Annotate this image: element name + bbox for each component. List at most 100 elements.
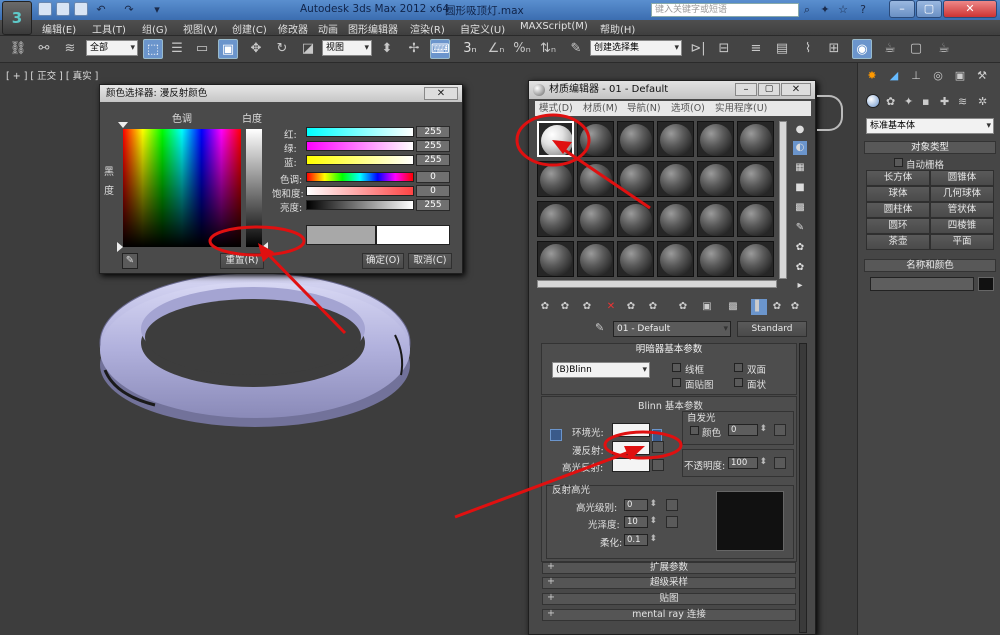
show-end-result-icon[interactable]: ▩ xyxy=(725,299,741,315)
specular-map-button[interactable] xyxy=(652,459,664,471)
create-tab-icon[interactable]: ✸ xyxy=(864,69,880,83)
maps-rollout[interactable]: 贴图 xyxy=(542,593,796,605)
sample-slot[interactable] xyxy=(737,201,774,237)
me-menu-material[interactable]: 材质(M) xyxy=(583,101,618,116)
sample-slot[interactable] xyxy=(737,241,774,277)
curve-editor-icon[interactable]: ⌇ xyxy=(798,39,818,59)
edit-named-sel-icon[interactable]: ✎ xyxy=(566,39,586,59)
me-close-button[interactable]: ✕ xyxy=(781,83,811,96)
torus-button[interactable]: 圆环 xyxy=(866,218,930,234)
selection-filter-dropdown[interactable]: 全部 xyxy=(86,40,138,56)
extended-params-rollout[interactable]: 扩展参数 xyxy=(542,562,796,574)
sample-slot-hscrollbar[interactable] xyxy=(537,280,777,288)
cancel-button[interactable]: 取消(C) xyxy=(408,253,452,269)
value-value[interactable]: 255 xyxy=(416,199,450,211)
link-icon[interactable]: ⛓ xyxy=(8,39,28,59)
geosphere-button[interactable]: 几何球体 xyxy=(930,186,994,202)
color-picker-close-button[interactable]: ✕ xyxy=(424,87,458,100)
rect-selection-icon[interactable]: ▭ xyxy=(192,39,212,59)
sample-slot[interactable] xyxy=(537,201,574,237)
whiteness-bar[interactable] xyxy=(246,129,262,247)
sphere-button[interactable]: 球体 xyxy=(866,186,930,202)
blackness-marker-icon[interactable] xyxy=(117,242,123,252)
shader-type-dropdown[interactable]: (B)Blinn xyxy=(552,362,650,378)
object-name-input[interactable] xyxy=(870,277,974,291)
sample-slot[interactable] xyxy=(577,121,614,157)
sample-type-icon[interactable]: ● xyxy=(793,123,807,137)
hue-marker-icon[interactable] xyxy=(118,122,128,128)
layer-manager-icon[interactable]: ≡ xyxy=(746,39,766,59)
viewport-label[interactable]: [ + ] [ 正交 ] [ 真实 ] xyxy=(6,68,98,82)
sample-slot-scrollbar[interactable] xyxy=(779,121,787,279)
quick-access-dropdown-icon[interactable]: ▾ xyxy=(150,3,164,17)
new-file-icon[interactable] xyxy=(38,2,52,16)
schematic-view-icon[interactable]: ⊞ xyxy=(824,39,844,59)
torus-object[interactable] xyxy=(95,265,425,435)
plane-button[interactable]: 平面 xyxy=(930,234,994,250)
sample-slot[interactable] xyxy=(737,121,774,157)
menu-edit[interactable]: 编辑(E) xyxy=(42,21,76,36)
graphite-icon[interactable]: ▤ xyxy=(772,39,792,59)
put-to-scene-icon[interactable]: ✿ xyxy=(557,299,573,315)
hue-value[interactable]: 0 xyxy=(416,171,450,183)
geometry-icon[interactable] xyxy=(866,94,880,108)
sample-slot[interactable] xyxy=(697,241,734,277)
maximize-button[interactable]: ▢ xyxy=(916,0,942,18)
wire-checkbox[interactable] xyxy=(672,363,681,372)
display-tab-icon[interactable]: ▣ xyxy=(952,69,968,83)
percent-snap-icon[interactable]: %ₙ xyxy=(512,39,532,59)
tools-icon[interactable]: ✦ xyxy=(818,3,832,17)
sample-slot[interactable] xyxy=(617,201,654,237)
minimize-button[interactable]: – xyxy=(889,0,915,18)
get-material-icon[interactable]: ✿ xyxy=(537,299,553,315)
render-setup-icon[interactable]: ☕ xyxy=(880,39,900,59)
video-color-check-icon[interactable]: ▩ xyxy=(793,201,807,215)
me-maximize-button[interactable]: ▢ xyxy=(758,83,780,96)
render-production-icon[interactable]: ☕ xyxy=(934,39,954,59)
menu-create[interactable]: 创建(C) xyxy=(232,21,267,36)
save-file-icon[interactable] xyxy=(74,2,88,16)
blue-value[interactable]: 255 xyxy=(416,154,450,166)
select-by-material-icon[interactable]: ✿ xyxy=(793,261,807,275)
sample-slot[interactable] xyxy=(697,161,734,197)
red-slider[interactable] xyxy=(306,127,414,137)
two-sided-checkbox[interactable] xyxy=(734,363,743,372)
reset-map-icon[interactable]: ✕ xyxy=(603,299,619,315)
teapot-button[interactable]: 茶壶 xyxy=(866,234,930,250)
sample-slot[interactable] xyxy=(577,161,614,197)
scale-icon[interactable]: ◪ xyxy=(298,39,318,59)
pivot-center-icon[interactable]: ⬍ xyxy=(377,39,397,59)
make-unique-icon[interactable]: ✿ xyxy=(623,299,639,315)
binoculars-icon[interactable]: ⌕ xyxy=(800,3,814,17)
autogrid-checkbox[interactable] xyxy=(894,158,903,167)
helpers-icon[interactable]: ✚ xyxy=(940,95,949,108)
angle-snap-icon[interactable]: ∠ₙ xyxy=(486,39,506,59)
green-value[interactable]: 255 xyxy=(416,140,450,152)
shapes-icon[interactable]: ✿ xyxy=(886,95,895,108)
saturation-slider[interactable] xyxy=(306,186,414,196)
pick-material-icon[interactable]: ✿ xyxy=(787,299,803,315)
menu-customize[interactable]: 自定义(U) xyxy=(460,21,505,36)
menu-group[interactable]: 组(G) xyxy=(142,21,168,36)
pyramid-button[interactable]: 四棱锥 xyxy=(930,218,994,234)
me-minimize-button[interactable]: – xyxy=(735,83,757,96)
menu-help[interactable]: 帮助(H) xyxy=(600,21,635,36)
supersampling-rollout[interactable]: 超级采样 xyxy=(542,577,796,589)
sample-slot[interactable] xyxy=(617,241,654,277)
whiteness-marker-icon[interactable] xyxy=(262,242,268,252)
menu-tools[interactable]: 工具(T) xyxy=(92,21,126,36)
sample-slot[interactable] xyxy=(617,121,654,157)
faceted-checkbox[interactable] xyxy=(734,378,743,387)
hue-slider[interactable] xyxy=(306,172,414,182)
space-warps-icon[interactable]: ≋ xyxy=(958,95,967,108)
rendered-frame-icon[interactable]: ▢ xyxy=(906,39,926,59)
opacity-spinner[interactable]: 100 xyxy=(728,457,767,469)
blue-slider[interactable] xyxy=(306,155,414,165)
material-type-button[interactable]: Standard xyxy=(737,321,807,337)
primitive-type-dropdown[interactable]: 标准基本体 xyxy=(866,118,994,134)
cameras-icon[interactable]: ▪ xyxy=(922,95,929,108)
glossiness-spinner[interactable]: 10 xyxy=(624,516,657,528)
lock-ambient-diffuse-icon[interactable] xyxy=(550,429,562,441)
redo-icon[interactable]: ↷ xyxy=(122,3,136,17)
specular-color-swatch[interactable] xyxy=(612,458,650,472)
